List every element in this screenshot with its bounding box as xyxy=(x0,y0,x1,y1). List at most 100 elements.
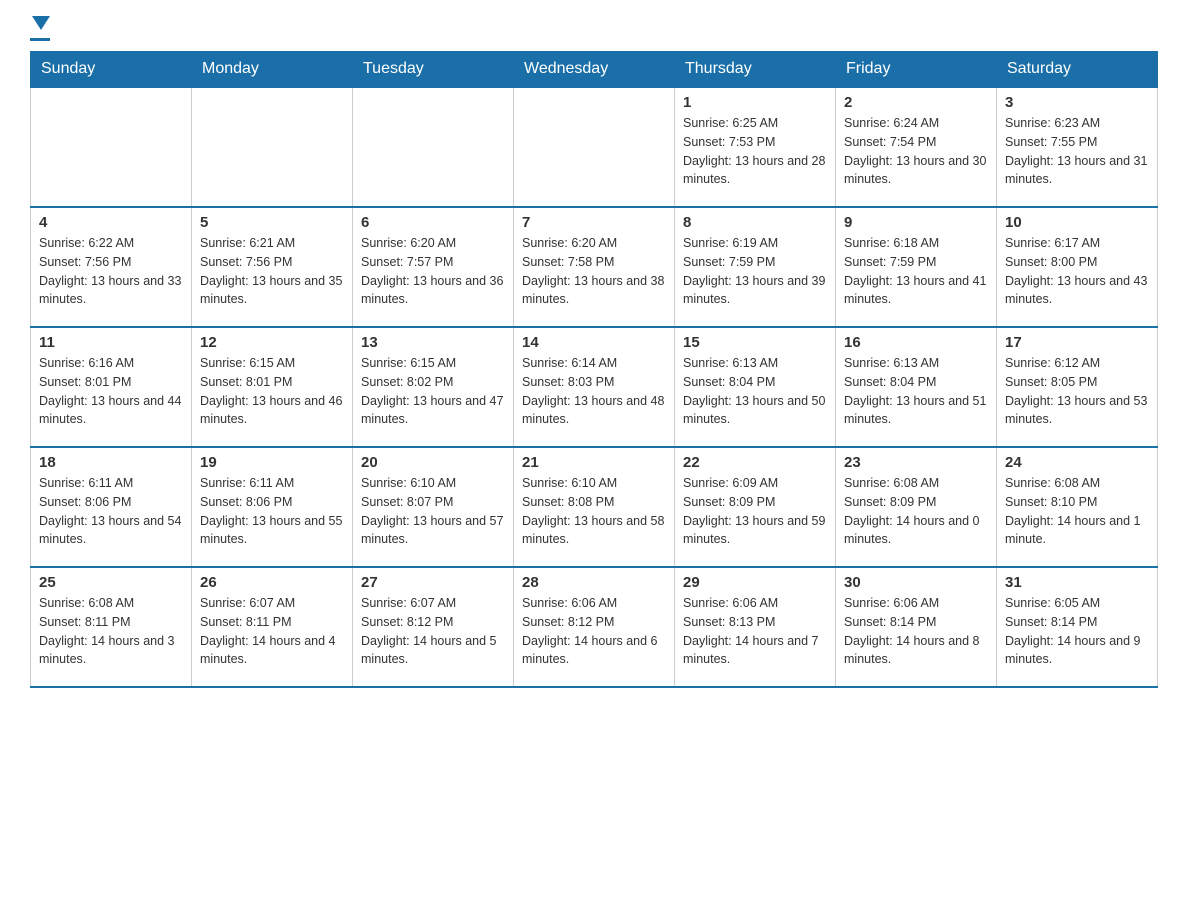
calendar-cell: 7 Sunrise: 6:20 AM Sunset: 7:58 PM Daylig… xyxy=(514,207,675,327)
logo-triangle-icon xyxy=(32,16,50,30)
calendar-cell: 9 Sunrise: 6:18 AM Sunset: 7:59 PM Daylig… xyxy=(836,207,997,327)
day-number: 30 xyxy=(844,574,988,591)
day-info: Sunrise: 6:05 AM Sunset: 8:14 PM Dayligh… xyxy=(1005,594,1149,669)
day-number: 10 xyxy=(1005,214,1149,231)
day-info: Sunrise: 6:12 AM Sunset: 8:05 PM Dayligh… xyxy=(1005,354,1149,429)
day-number: 14 xyxy=(522,334,666,351)
day-number: 6 xyxy=(361,214,505,231)
day-info: Sunrise: 6:08 AM Sunset: 8:09 PM Dayligh… xyxy=(844,474,988,549)
calendar-cell: 25 Sunrise: 6:08 AM Sunset: 8:11 PM Dayli… xyxy=(31,567,192,687)
day-info: Sunrise: 6:13 AM Sunset: 8:04 PM Dayligh… xyxy=(844,354,988,429)
day-info: Sunrise: 6:17 AM Sunset: 8:00 PM Dayligh… xyxy=(1005,234,1149,309)
day-number: 7 xyxy=(522,214,666,231)
day-info: Sunrise: 6:06 AM Sunset: 8:12 PM Dayligh… xyxy=(522,594,666,669)
calendar-week-row: 11Sunrise: 6:16 AM Sunset: 8:01 PM Dayli… xyxy=(31,327,1158,447)
calendar-cell xyxy=(353,87,514,207)
day-info: Sunrise: 6:18 AM Sunset: 7:59 PM Dayligh… xyxy=(844,234,988,309)
day-number: 22 xyxy=(683,454,827,471)
day-number: 1 xyxy=(683,94,827,111)
calendar-cell: 2Sunrise: 6:24 AM Sunset: 7:54 PM Daylig… xyxy=(836,87,997,207)
day-number: 15 xyxy=(683,334,827,351)
calendar-cell: 29 Sunrise: 6:06 AM Sunset: 8:13 PM Dayli… xyxy=(675,567,836,687)
day-number: 29 xyxy=(683,574,827,591)
day-number: 13 xyxy=(361,334,505,351)
day-number: 31 xyxy=(1005,574,1149,591)
calendar-cell: 20 Sunrise: 6:10 AM Sunset: 8:07 PM Dayli… xyxy=(353,447,514,567)
day-number: 21 xyxy=(522,454,666,471)
day-info: Sunrise: 6:20 AM Sunset: 7:57 PM Dayligh… xyxy=(361,234,505,309)
calendar-cell: 8Sunrise: 6:19 AM Sunset: 7:59 PM Daylig… xyxy=(675,207,836,327)
day-info: Sunrise: 6:10 AM Sunset: 8:08 PM Dayligh… xyxy=(522,474,666,549)
calendar-cell: 17 Sunrise: 6:12 AM Sunset: 8:05 PM Dayli… xyxy=(997,327,1158,447)
day-number: 19 xyxy=(200,454,344,471)
page-header xyxy=(30,20,1158,41)
day-info: Sunrise: 6:22 AM Sunset: 7:56 PM Dayligh… xyxy=(39,234,183,309)
day-info: Sunrise: 6:16 AM Sunset: 8:01 PM Dayligh… xyxy=(39,354,183,429)
calendar-header-thursday: Thursday xyxy=(675,52,836,88)
day-number: 16 xyxy=(844,334,988,351)
calendar-header-sunday: Sunday xyxy=(31,52,192,88)
calendar-cell: 21 Sunrise: 6:10 AM Sunset: 8:08 PM Dayli… xyxy=(514,447,675,567)
calendar-cell xyxy=(31,87,192,207)
day-info: Sunrise: 6:10 AM Sunset: 8:07 PM Dayligh… xyxy=(361,474,505,549)
calendar-cell: 10 Sunrise: 6:17 AM Sunset: 8:00 PM Dayli… xyxy=(997,207,1158,327)
calendar-cell: 3 Sunrise: 6:23 AM Sunset: 7:55 PM Daylig… xyxy=(997,87,1158,207)
day-info: Sunrise: 6:08 AM Sunset: 8:10 PM Dayligh… xyxy=(1005,474,1149,549)
day-number: 20 xyxy=(361,454,505,471)
calendar-cell: 6 Sunrise: 6:20 AM Sunset: 7:57 PM Daylig… xyxy=(353,207,514,327)
logo-underline xyxy=(30,38,50,41)
calendar-cell: 23Sunrise: 6:08 AM Sunset: 8:09 PM Dayli… xyxy=(836,447,997,567)
day-info: Sunrise: 6:15 AM Sunset: 8:02 PM Dayligh… xyxy=(361,354,505,429)
day-info: Sunrise: 6:13 AM Sunset: 8:04 PM Dayligh… xyxy=(683,354,827,429)
logo xyxy=(30,20,50,41)
calendar-cell: 15 Sunrise: 6:13 AM Sunset: 8:04 PM Dayli… xyxy=(675,327,836,447)
calendar-week-row: 25 Sunrise: 6:08 AM Sunset: 8:11 PM Dayli… xyxy=(31,567,1158,687)
day-info: Sunrise: 6:06 AM Sunset: 8:13 PM Dayligh… xyxy=(683,594,827,669)
day-info: Sunrise: 6:11 AM Sunset: 8:06 PM Dayligh… xyxy=(200,474,344,549)
calendar-cell: 30 Sunrise: 6:06 AM Sunset: 8:14 PM Dayli… xyxy=(836,567,997,687)
calendar-cell: 24 Sunrise: 6:08 AM Sunset: 8:10 PM Dayli… xyxy=(997,447,1158,567)
calendar-cell: 31 Sunrise: 6:05 AM Sunset: 8:14 PM Dayli… xyxy=(997,567,1158,687)
day-number: 12 xyxy=(200,334,344,351)
calendar-cell: 11Sunrise: 6:16 AM Sunset: 8:01 PM Dayli… xyxy=(31,327,192,447)
day-info: Sunrise: 6:08 AM Sunset: 8:11 PM Dayligh… xyxy=(39,594,183,669)
day-info: Sunrise: 6:11 AM Sunset: 8:06 PM Dayligh… xyxy=(39,474,183,549)
day-info: Sunrise: 6:25 AM Sunset: 7:53 PM Dayligh… xyxy=(683,114,827,189)
calendar-header-row: SundayMondayTuesdayWednesdayThursdayFrid… xyxy=(31,52,1158,88)
day-info: Sunrise: 6:07 AM Sunset: 8:11 PM Dayligh… xyxy=(200,594,344,669)
day-info: Sunrise: 6:09 AM Sunset: 8:09 PM Dayligh… xyxy=(683,474,827,549)
calendar-cell: 16 Sunrise: 6:13 AM Sunset: 8:04 PM Dayli… xyxy=(836,327,997,447)
calendar-cell: 19 Sunrise: 6:11 AM Sunset: 8:06 PM Dayli… xyxy=(192,447,353,567)
day-info: Sunrise: 6:20 AM Sunset: 7:58 PM Dayligh… xyxy=(522,234,666,309)
day-info: Sunrise: 6:21 AM Sunset: 7:56 PM Dayligh… xyxy=(200,234,344,309)
day-info: Sunrise: 6:14 AM Sunset: 8:03 PM Dayligh… xyxy=(522,354,666,429)
calendar-cell: 12 Sunrise: 6:15 AM Sunset: 8:01 PM Dayli… xyxy=(192,327,353,447)
day-info: Sunrise: 6:06 AM Sunset: 8:14 PM Dayligh… xyxy=(844,594,988,669)
calendar-cell: 28Sunrise: 6:06 AM Sunset: 8:12 PM Dayli… xyxy=(514,567,675,687)
day-info: Sunrise: 6:07 AM Sunset: 8:12 PM Dayligh… xyxy=(361,594,505,669)
day-info: Sunrise: 6:23 AM Sunset: 7:55 PM Dayligh… xyxy=(1005,114,1149,189)
calendar-cell: 14 Sunrise: 6:14 AM Sunset: 8:03 PM Dayli… xyxy=(514,327,675,447)
day-number: 3 xyxy=(1005,94,1149,111)
calendar-cell: 5Sunrise: 6:21 AM Sunset: 7:56 PM Daylig… xyxy=(192,207,353,327)
calendar-header-monday: Monday xyxy=(192,52,353,88)
day-info: Sunrise: 6:24 AM Sunset: 7:54 PM Dayligh… xyxy=(844,114,988,189)
day-info: Sunrise: 6:19 AM Sunset: 7:59 PM Dayligh… xyxy=(683,234,827,309)
day-number: 26 xyxy=(200,574,344,591)
calendar-header-wednesday: Wednesday xyxy=(514,52,675,88)
calendar-cell: 22 Sunrise: 6:09 AM Sunset: 8:09 PM Dayli… xyxy=(675,447,836,567)
day-number: 9 xyxy=(844,214,988,231)
calendar-header-friday: Friday xyxy=(836,52,997,88)
day-number: 24 xyxy=(1005,454,1149,471)
day-number: 17 xyxy=(1005,334,1149,351)
day-info: Sunrise: 6:15 AM Sunset: 8:01 PM Dayligh… xyxy=(200,354,344,429)
calendar-cell xyxy=(192,87,353,207)
day-number: 25 xyxy=(39,574,183,591)
calendar-header-saturday: Saturday xyxy=(997,52,1158,88)
calendar-cell: 1 Sunrise: 6:25 AM Sunset: 7:53 PM Daylig… xyxy=(675,87,836,207)
day-number: 27 xyxy=(361,574,505,591)
calendar-week-row: 4 Sunrise: 6:22 AM Sunset: 7:56 PM Daylig… xyxy=(31,207,1158,327)
day-number: 4 xyxy=(39,214,183,231)
calendar-cell xyxy=(514,87,675,207)
calendar-cell: 26 Sunrise: 6:07 AM Sunset: 8:11 PM Dayli… xyxy=(192,567,353,687)
